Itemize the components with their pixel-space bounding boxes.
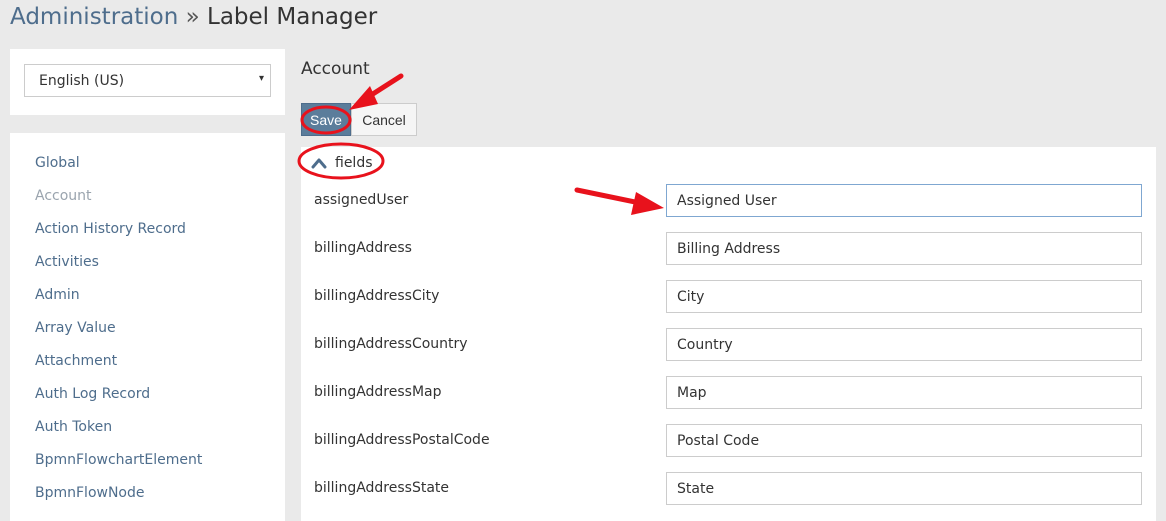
cancel-button[interactable]: Cancel	[351, 103, 417, 136]
language-select[interactable]: English (US) ▾	[24, 64, 271, 97]
scope-item[interactable]: Action History Record	[10, 219, 285, 252]
breadcrumb-separator: »	[185, 4, 200, 30]
scope-item[interactable]: Account	[10, 186, 285, 219]
scope-item[interactable]: Admin	[10, 285, 285, 318]
field-row: billingAddressState	[301, 472, 1156, 521]
breadcrumb-administration[interactable]: Administration	[10, 4, 178, 30]
language-panel: English (US) ▾	[10, 49, 285, 115]
chevron-up-icon	[311, 158, 327, 169]
field-label-input[interactable]	[666, 472, 1142, 505]
page: Administration » Label Manager English (…	[0, 0, 1166, 521]
field-name-label: billingAddressState	[314, 480, 450, 496]
scope-list: Global Account Action History Record Activi…	[10, 133, 285, 516]
chevron-down-icon: ▾	[258, 73, 264, 84]
scope-list-panel: Global Account Action History Record Activi…	[10, 133, 285, 521]
field-label-input[interactable]	[666, 184, 1142, 217]
field-name-label: billingAddressMap	[314, 384, 442, 400]
field-name-label: billingAddressCountry	[314, 336, 468, 352]
page-title-text: Label Manager	[207, 4, 378, 30]
field-name-label: billingAddress	[314, 240, 412, 256]
scope-item[interactable]: BpmnFlowNode	[10, 483, 285, 516]
scope-title: Account	[301, 59, 370, 79]
field-name-label: billingAddressPostalCode	[314, 432, 490, 448]
language-select-value: English (US)	[39, 73, 125, 89]
fields-section-toggle[interactable]: fields	[311, 153, 373, 173]
scope-item[interactable]: Auth Log Record	[10, 384, 285, 417]
field-name-label: assignedUser	[314, 192, 409, 208]
field-label-input[interactable]	[666, 424, 1142, 457]
field-label-input[interactable]	[666, 328, 1142, 361]
fields-panel: fields assignedUser billingAddress billing…	[301, 147, 1156, 521]
scope-item[interactable]: Activities	[10, 252, 285, 285]
fields-section-label: fields	[335, 155, 373, 171]
field-label-input[interactable]	[666, 232, 1142, 265]
scope-item[interactable]: Array Value	[10, 318, 285, 351]
field-name-label: billingAddressCity	[314, 288, 440, 304]
save-button[interactable]: Save	[301, 103, 351, 136]
scope-item[interactable]: Attachment	[10, 351, 285, 384]
scope-item[interactable]: BpmnFlowchartElement	[10, 450, 285, 483]
scope-item[interactable]: Global	[10, 153, 285, 186]
scope-item[interactable]: Auth Token	[10, 417, 285, 450]
field-label-input[interactable]	[666, 376, 1142, 409]
field-label-input[interactable]	[666, 280, 1142, 313]
page-title: Administration » Label Manager	[10, 4, 377, 30]
